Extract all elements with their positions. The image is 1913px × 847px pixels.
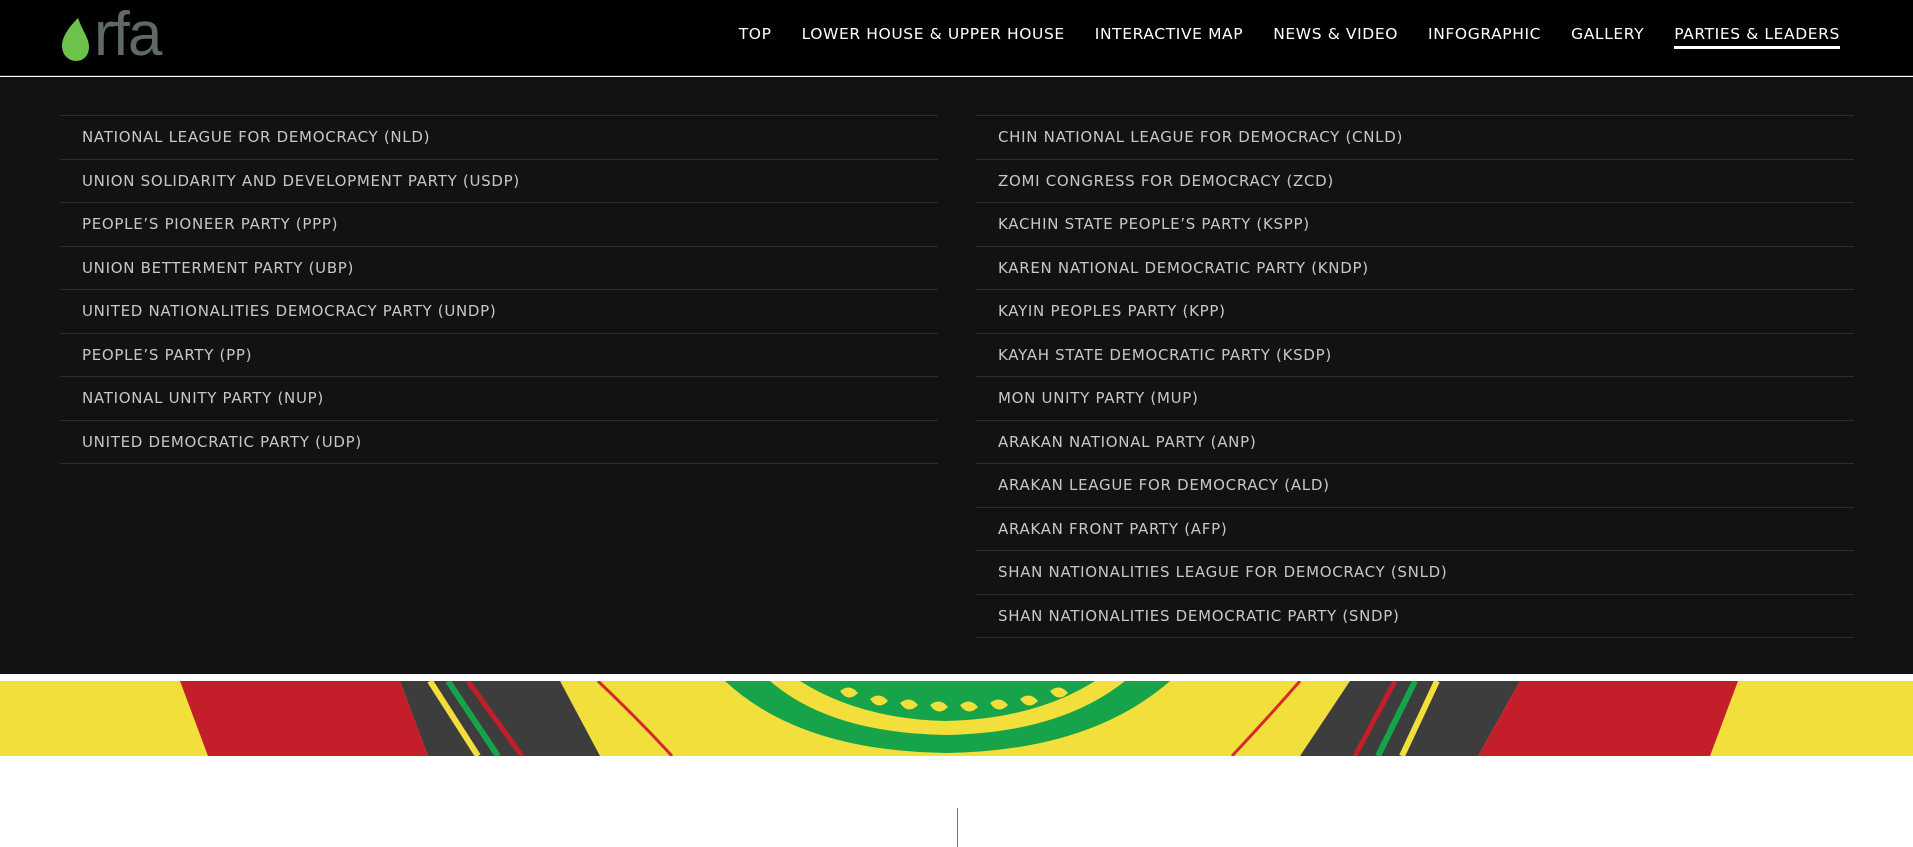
- election-emblem-graphic: [0, 681, 1913, 756]
- hero-banner-graphic: [0, 681, 1913, 756]
- main-nav: TOP LOWER HOUSE & UPPER HOUSE INTERACTIV…: [739, 25, 1840, 49]
- nav-parties-leaders[interactable]: PARTIES & LEADERS: [1674, 25, 1840, 49]
- party-link[interactable]: ARAKAN LEAGUE FOR DEMOCRACY (ALD): [976, 464, 1854, 508]
- nav-interactive-map[interactable]: INTERACTIVE MAP: [1095, 25, 1243, 49]
- parties-dropdown-panel: NATIONAL LEAGUE FOR DEMOCRACY (NLD) UNIO…: [0, 77, 1913, 674]
- party-list-left: NATIONAL LEAGUE FOR DEMOCRACY (NLD) UNIO…: [60, 115, 938, 464]
- party-link[interactable]: KACHIN STATE PEOPLE’S PARTY (KSPP): [976, 203, 1854, 247]
- party-link[interactable]: KAYAH STATE DEMOCRATIC PARTY (KSDP): [976, 334, 1854, 377]
- party-link[interactable]: NATIONAL UNITY PARTY (NUP): [60, 377, 938, 421]
- party-link[interactable]: UNION SOLIDARITY AND DEVELOPMENT PARTY (…: [60, 160, 938, 203]
- party-link[interactable]: UNION BETTERMENT PARTY (UBP): [60, 247, 938, 290]
- party-link[interactable]: MON UNITY PARTY (MUP): [976, 377, 1854, 421]
- party-list-right: CHIN NATIONAL LEAGUE FOR DEMOCRACY (CNLD…: [976, 115, 1854, 638]
- scroll-indicator: [957, 808, 958, 847]
- party-link[interactable]: PEOPLE’S PIONEER PARTY (PPP): [60, 203, 938, 247]
- nav-gallery[interactable]: GALLERY: [1571, 25, 1644, 49]
- rfa-drop-icon: [62, 18, 89, 61]
- party-link[interactable]: ZOMI CONGRESS FOR DEMOCRACY (ZCD): [976, 160, 1854, 203]
- nav-news-video[interactable]: NEWS & VIDEO: [1273, 25, 1398, 49]
- nav-top[interactable]: TOP: [739, 25, 772, 49]
- party-link[interactable]: SHAN NATIONALITIES DEMOCRATIC PARTY (SND…: [976, 595, 1854, 638]
- party-link[interactable]: PEOPLE’S PARTY (PP): [60, 334, 938, 377]
- nav-infographic[interactable]: INFOGRAPHIC: [1428, 25, 1541, 49]
- party-link[interactable]: ARAKAN NATIONAL PARTY (ANP): [976, 421, 1854, 464]
- rfa-logo[interactable]: rfa: [58, 0, 188, 69]
- logo-text: rfa: [94, 0, 162, 69]
- party-link[interactable]: UNITED NATIONALITIES DEMOCRACY PARTY (UN…: [60, 290, 938, 334]
- party-link[interactable]: CHIN NATIONAL LEAGUE FOR DEMOCRACY (CNLD…: [976, 116, 1854, 160]
- nav-lower-upper-house[interactable]: LOWER HOUSE & UPPER HOUSE: [802, 25, 1065, 49]
- party-link[interactable]: NATIONAL LEAGUE FOR DEMOCRACY (NLD): [60, 116, 938, 160]
- site-header: rfa TOP LOWER HOUSE & UPPER HOUSE INTERA…: [0, 0, 1913, 76]
- party-link[interactable]: UNITED DEMOCRATIC PARTY (UDP): [60, 421, 938, 464]
- party-link[interactable]: ARAKAN FRONT PARTY (AFP): [976, 508, 1854, 551]
- party-link[interactable]: KAREN NATIONAL DEMOCRATIC PARTY (KNDP): [976, 247, 1854, 290]
- party-link[interactable]: SHAN NATIONALITIES LEAGUE FOR DEMOCRACY …: [976, 551, 1854, 595]
- party-link[interactable]: KAYIN PEOPLES PARTY (KPP): [976, 290, 1854, 334]
